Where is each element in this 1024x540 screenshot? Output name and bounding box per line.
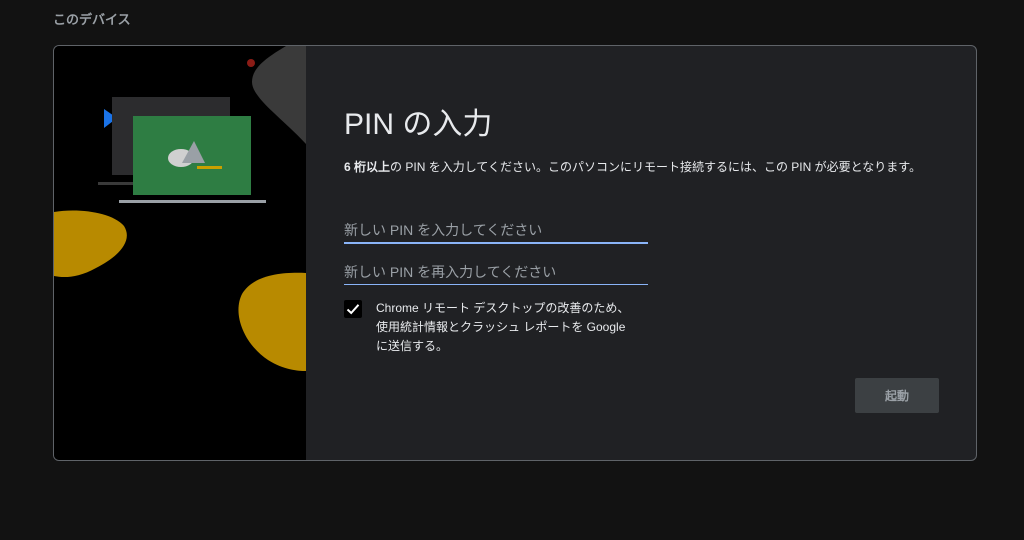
description-emphasis: 6 桁以上: [344, 160, 391, 174]
pin-dialog: PIN の入力 6 桁以上の PIN を入力してください。このパソコンにリモート…: [53, 45, 977, 461]
usage-stats-label: Chrome リモート デスクトップの改善のため、使用統計情報とクラッシュ レポ…: [376, 301, 630, 353]
dialog-content: PIN の入力 6 桁以上の PIN を入力してください。このパソコンにリモート…: [306, 46, 976, 460]
pin-confirm-input[interactable]: [344, 260, 648, 285]
pin-input[interactable]: [344, 218, 648, 244]
section-title: このデバイス: [53, 12, 131, 27]
dialog-description: 6 桁以上の PIN を入力してください。このパソコンにリモート接続するには、こ…: [344, 158, 944, 176]
start-button[interactable]: 起動: [855, 378, 939, 413]
dialog-heading: PIN の入力: [344, 108, 493, 141]
illustration: [54, 46, 306, 460]
description-text: の PIN を入力してください。このパソコンにリモート接続するには、この PIN…: [390, 160, 922, 174]
checkmark-icon: [346, 304, 360, 315]
usage-stats-checkbox[interactable]: [344, 300, 362, 318]
illustration-graphic: [54, 46, 306, 371]
